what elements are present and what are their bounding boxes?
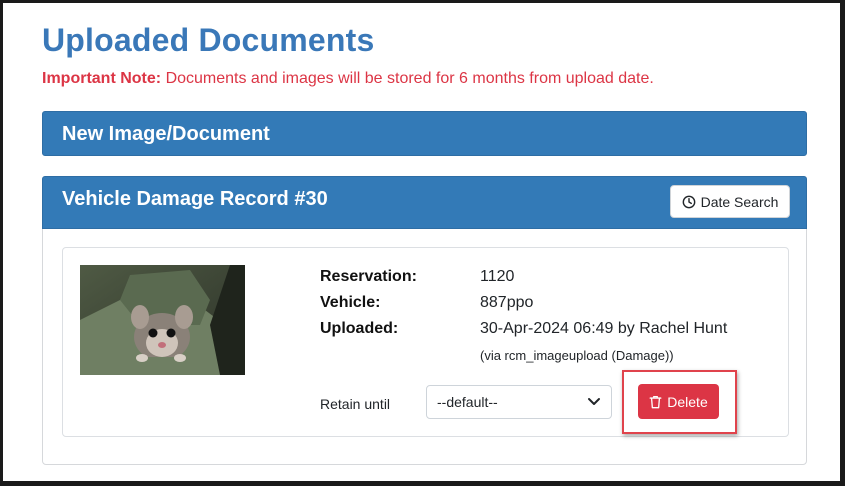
vehicle-value: 887ppo bbox=[480, 294, 534, 311]
record-header: Vehicle Damage Record #30 Date Search bbox=[42, 176, 807, 229]
important-note: Important Note: Documents and images wil… bbox=[42, 70, 654, 88]
delete-label: Delete bbox=[667, 393, 708, 410]
retain-until-label: Retain until bbox=[320, 396, 391, 412]
chevron-down-icon bbox=[588, 398, 600, 405]
new-image-document-panel[interactable]: New Image/Document bbox=[42, 111, 807, 156]
important-note-text: Documents and images will be stored for … bbox=[165, 70, 654, 87]
clock-icon bbox=[682, 195, 695, 208]
reservation-label: Reservation: bbox=[320, 268, 417, 285]
date-search-label: Date Search bbox=[700, 193, 779, 210]
retain-until-select[interactable]: --default-- bbox=[426, 385, 612, 419]
vehicle-label: Vehicle: bbox=[320, 294, 381, 311]
record-title: Vehicle Damage Record #30 bbox=[62, 188, 328, 210]
trash-icon bbox=[649, 395, 662, 408]
retain-until-selected: --default-- bbox=[437, 394, 498, 410]
page-title: Uploaded Documents bbox=[42, 22, 375, 58]
upload-source-text: (via rcm_imageupload (Damage)) bbox=[480, 348, 674, 363]
reservation-value: 1120 bbox=[480, 268, 515, 285]
possum-photo-icon bbox=[80, 265, 245, 375]
document-thumbnail[interactable] bbox=[80, 265, 245, 375]
delete-button[interactable]: Delete bbox=[638, 384, 719, 419]
new-image-document-title: New Image/Document bbox=[62, 123, 270, 145]
uploaded-value: 30-Apr-2024 06:49 by Rachel Hunt bbox=[480, 320, 728, 337]
date-search-button[interactable]: Date Search bbox=[670, 185, 790, 218]
uploaded-label: Uploaded: bbox=[320, 320, 399, 337]
important-note-label: Important Note: bbox=[42, 70, 162, 87]
